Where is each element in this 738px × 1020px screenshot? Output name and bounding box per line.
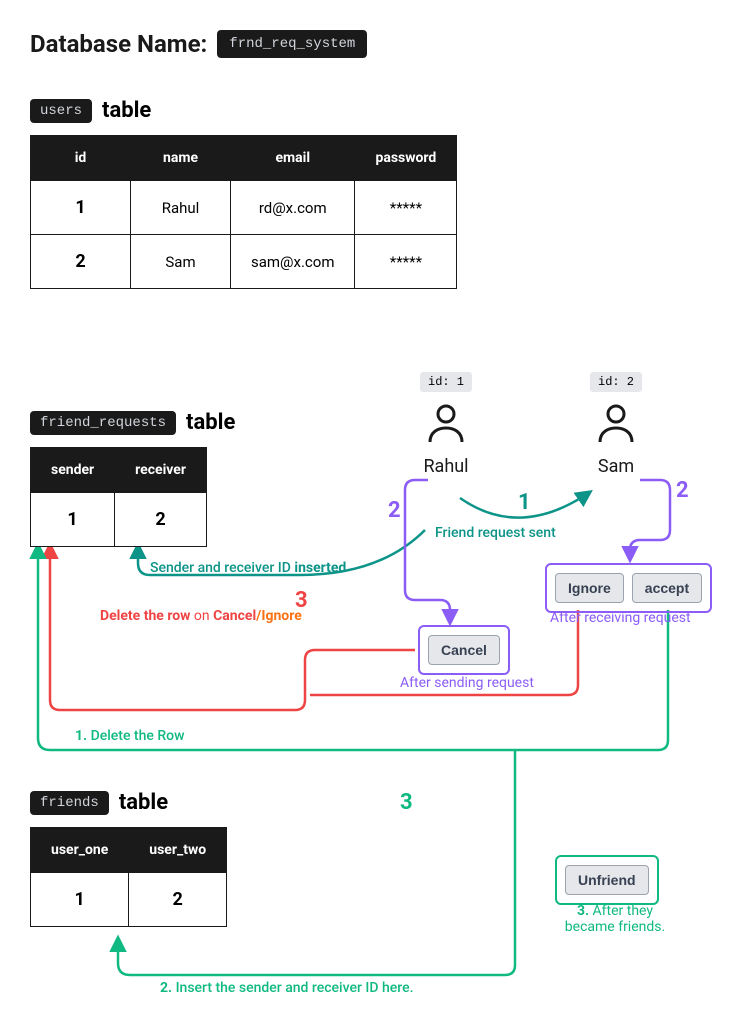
col-sender: sender bbox=[31, 448, 115, 493]
users-table: id name email password 1 Rahul rd@x.com … bbox=[30, 135, 457, 289]
unfriend-button[interactable]: Unfriend bbox=[565, 865, 649, 895]
insert-ids-prefix: Sender and receiver ID bbox=[150, 560, 294, 576]
user-icon bbox=[592, 400, 640, 448]
cell-user-one: 1 bbox=[31, 873, 129, 927]
ignore-button[interactable]: Ignore bbox=[555, 573, 624, 603]
ignore-accept-action-group: Ignore accept bbox=[545, 563, 712, 613]
cell-password: ***** bbox=[355, 181, 457, 235]
table-header-row: sender receiver bbox=[31, 448, 207, 493]
cell-user-two: 2 bbox=[129, 873, 227, 927]
table-row: 1 Rahul rd@x.com ***** bbox=[31, 181, 457, 235]
cell-receiver: 2 bbox=[115, 493, 207, 547]
friends-table-name: friends bbox=[30, 791, 109, 815]
step-1-number: 1 bbox=[518, 490, 531, 515]
green-delete-prefix: 1. bbox=[75, 728, 91, 744]
step-3-prefix: 3. bbox=[577, 903, 593, 919]
table-label: table bbox=[119, 790, 168, 815]
delete-row-ignore: Ignore bbox=[261, 608, 301, 624]
table-header-row: id name email password bbox=[31, 136, 457, 181]
step-2-right-number: 2 bbox=[676, 478, 689, 503]
insert-ids-bold: inserted bbox=[294, 560, 346, 576]
db-name-chip: frnd_req_system bbox=[217, 30, 367, 58]
friends-table: user_one user_two 1 2 bbox=[30, 827, 227, 927]
green-insert-annotation: 2. Insert the sender and receiver ID her… bbox=[160, 980, 413, 996]
table-row: 1 2 bbox=[31, 493, 207, 547]
friend-requests-table-section: friend_requests table sender receiver 1 … bbox=[30, 410, 235, 547]
green-insert-prefix: 2. bbox=[160, 980, 176, 996]
table-header-row: user_one user_two bbox=[31, 828, 227, 873]
page-title: Database Name: bbox=[30, 30, 207, 58]
green-delete-annotation: 1. Delete the Row bbox=[75, 728, 185, 744]
user-name-label: Rahul bbox=[420, 456, 472, 477]
delete-row-mid: on bbox=[190, 608, 213, 624]
delete-row-prefix: Delete the row bbox=[100, 608, 190, 624]
green-delete-text: Delete the Row bbox=[91, 728, 185, 744]
users-table-name: users bbox=[30, 99, 92, 123]
col-user-two: user_two bbox=[129, 828, 227, 873]
delete-row-annotation: Delete the row on Cancel/Ignore bbox=[100, 608, 302, 624]
after-friends-caption: 3. After they became friends. bbox=[555, 903, 675, 935]
accept-button[interactable]: accept bbox=[632, 573, 702, 603]
cell-sender: 1 bbox=[31, 493, 115, 547]
users-table-section: users table id name email password 1 Rah… bbox=[30, 98, 708, 289]
table-label: table bbox=[186, 410, 235, 435]
insert-ids-annotation: Sender and receiver ID inserted bbox=[150, 560, 346, 576]
friend-requests-table-name: friend_requests bbox=[30, 411, 176, 435]
col-id: id bbox=[31, 136, 131, 181]
col-name: name bbox=[131, 136, 231, 181]
table-row: 2 Sam sam@x.com ***** bbox=[31, 235, 457, 289]
cell-email: rd@x.com bbox=[231, 181, 355, 235]
user-id-badge: id: 2 bbox=[590, 372, 642, 392]
user-id-badge: id: 1 bbox=[420, 372, 472, 392]
after-sending-caption: After sending request bbox=[400, 675, 534, 691]
user-name-label: Sam bbox=[590, 456, 642, 477]
cell-id: 2 bbox=[31, 235, 131, 289]
col-password: password bbox=[355, 136, 457, 181]
friend-sent-annotation: Friend request sent bbox=[435, 525, 556, 541]
step-2-left-number: 2 bbox=[388, 498, 401, 523]
cancel-button[interactable]: Cancel bbox=[428, 635, 500, 665]
user-figure-rahul: id: 1 Rahul bbox=[420, 370, 472, 477]
delete-row-cancel: Cancel bbox=[213, 608, 256, 624]
friend-requests-table: sender receiver 1 2 bbox=[30, 447, 207, 547]
step-3-green-number: 3 bbox=[400, 790, 413, 815]
friends-table-section: friends table user_one user_two 1 2 bbox=[30, 790, 227, 927]
table-row: 1 2 bbox=[31, 873, 227, 927]
col-email: email bbox=[231, 136, 355, 181]
after-receiving-caption: After receiving request bbox=[550, 610, 691, 626]
cell-name: Rahul bbox=[131, 181, 231, 235]
user-icon bbox=[422, 400, 470, 448]
col-user-one: user_one bbox=[31, 828, 129, 873]
cancel-action-group: Cancel bbox=[418, 625, 510, 675]
user-figure-sam: id: 2 Sam bbox=[590, 370, 642, 477]
cell-name: Sam bbox=[131, 235, 231, 289]
table-label: table bbox=[102, 98, 151, 123]
cell-password: ***** bbox=[355, 235, 457, 289]
unfriend-action-group: Unfriend bbox=[555, 855, 659, 905]
cell-id: 1 bbox=[31, 181, 131, 235]
green-insert-text: Insert the sender and receiver ID here. bbox=[176, 980, 414, 996]
col-receiver: receiver bbox=[115, 448, 207, 493]
cell-email: sam@x.com bbox=[231, 235, 355, 289]
